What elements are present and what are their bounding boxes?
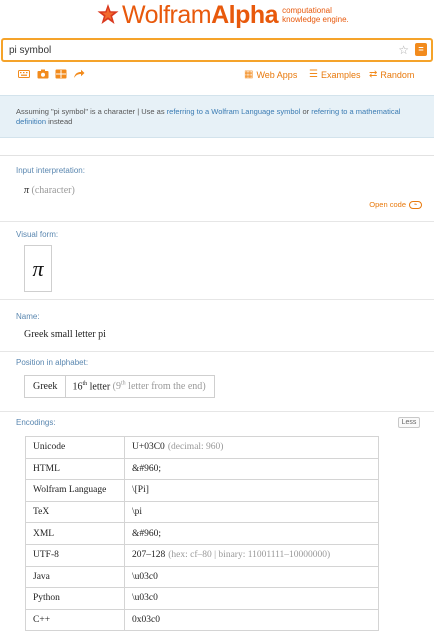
logo-star-icon xyxy=(97,4,119,24)
web-apps-link[interactable]: ▦ Web Apps xyxy=(244,68,297,82)
encodings-table: Unicode U+03C0 (decimal: 960) HTML &#960; Wol… xyxy=(25,436,379,631)
apps-grid-icon: ▦ xyxy=(244,69,254,80)
from-end-suffix: th xyxy=(121,381,126,387)
input-symbol: π xyxy=(24,185,30,196)
encoding-value: \[Pi] xyxy=(132,485,149,496)
from-end-text: letter from the end xyxy=(128,381,203,393)
pod-title-encodings: Encodings: xyxy=(16,418,56,427)
encoding-row: HTML &#960; xyxy=(25,457,379,481)
examples-label: Examples xyxy=(320,70,361,80)
logo-alpha: Alpha xyxy=(211,1,279,29)
encoding-name: UTF-8 xyxy=(25,543,125,567)
pod-visual-form xyxy=(0,222,434,300)
pod-title-input: Input interpretation: xyxy=(16,166,85,175)
encoding-row: XML &#960; xyxy=(25,522,379,545)
encoding-value-cell: \[Pi] xyxy=(124,479,379,502)
examples-link[interactable]: ☰ Examples xyxy=(309,68,360,82)
name-value: Greek small letter pi xyxy=(24,329,106,340)
encoding-value: &#960; xyxy=(132,463,162,474)
encoding-name: C++ xyxy=(25,608,125,631)
open-code-button[interactable]: Open code ⌁ xyxy=(369,200,422,209)
keyboard-icon[interactable] xyxy=(18,69,30,79)
visual-form-glyph: π xyxy=(24,245,52,292)
random-link[interactable]: ⇄ Random xyxy=(369,68,414,82)
cloud-icon: ⌁ xyxy=(409,200,422,209)
pod-name xyxy=(0,300,434,352)
encoding-name: TeX xyxy=(25,500,125,524)
encoding-value-cell: U+03C0 (decimal: 960) xyxy=(124,436,379,459)
position-word: letter xyxy=(89,381,111,393)
encoding-value-cell: &#960; xyxy=(124,457,379,481)
encoding-name: HTML xyxy=(25,457,125,481)
encoding-extra: (decimal: 960) xyxy=(167,442,224,453)
favorite-star-icon[interactable]: ☆ xyxy=(398,42,409,58)
encoding-name: Python xyxy=(25,587,125,610)
encoding-value-cell: 0x03c0 xyxy=(124,608,379,631)
encoding-value: 207–128 xyxy=(132,550,166,561)
encoding-value-cell: 207–128 (hex: cf–80 | binary: 11001111–10… xyxy=(124,543,379,567)
assumption-middle: or xyxy=(300,107,312,116)
encoding-value-cell: \pi xyxy=(124,500,379,524)
assumption-prefix: Assuming "pi symbol" is a character | Us… xyxy=(16,107,167,116)
shuffle-icon: ⇄ xyxy=(369,69,378,80)
encoding-row: TeX \pi xyxy=(25,500,379,524)
encoding-value: U+03C0 xyxy=(132,442,165,453)
position-from-end: (9th letter from the end) xyxy=(112,381,206,393)
position-cell: 16th letter (9th letter from the end) xyxy=(66,376,213,397)
position-suffix: th xyxy=(82,381,88,387)
pod-title-visual: Visual form: xyxy=(16,230,59,239)
position-table: Greek 16th letter (9th letter from the e… xyxy=(24,375,215,398)
encoding-value: &#960; xyxy=(132,528,162,539)
encoding-row: C++ 0x03c0 xyxy=(25,608,379,631)
grid-icon[interactable] xyxy=(55,69,67,79)
encoding-value-cell: \u03c0 xyxy=(124,587,379,610)
assumption-suffix: instead xyxy=(46,117,73,126)
pod-title-name: Name: xyxy=(16,312,40,321)
encoding-row: Unicode U+03C0 (decimal: 960) xyxy=(25,436,379,459)
toolbar: ▦ Web Apps ☰ Examples ⇄ Random xyxy=(0,66,434,84)
search-bar: ☆ = xyxy=(1,38,433,62)
pod-title-position: Position in alphabet: xyxy=(16,358,89,367)
wolframalpha-logo[interactable]: WolframAlpha computational knowledge eng… xyxy=(96,2,354,28)
position-number: 16 xyxy=(72,381,83,393)
encoding-name: Unicode xyxy=(25,436,125,459)
encoding-extra: (hex: cf–80 | binary: 11001111–10000000) xyxy=(168,550,331,561)
share-icon[interactable] xyxy=(73,69,85,79)
encoding-name: Wolfram Language xyxy=(25,479,125,502)
tagline-line1: computational xyxy=(282,6,332,15)
encoding-value: \u03c0 xyxy=(132,593,158,604)
encoding-value: \u03c0 xyxy=(132,571,158,582)
tagline: computational knowledge engine. xyxy=(282,6,354,24)
tagline-line2: knowledge engine. xyxy=(282,15,349,24)
compute-button[interactable]: = xyxy=(415,43,427,56)
web-apps-label: Web Apps xyxy=(256,70,298,80)
encoding-name: XML xyxy=(25,522,125,545)
encoding-value-cell: \u03c0 xyxy=(124,565,379,589)
open-code-label: Open code xyxy=(369,200,406,209)
assumption-banner: Assuming "pi symbol" is a character | Us… xyxy=(0,95,434,138)
list-icon: ☰ xyxy=(309,69,318,80)
logo-wolfram: Wolfram xyxy=(122,1,212,29)
encoding-value: \pi xyxy=(132,507,143,518)
camera-icon[interactable] xyxy=(37,69,49,79)
encoding-name: Java xyxy=(25,565,125,589)
logo-text: WolframAlpha xyxy=(122,1,279,29)
encoding-row: Java \u03c0 xyxy=(25,565,379,589)
alphabet-cell: Greek xyxy=(25,376,67,397)
encoding-value: 0x03c0 xyxy=(132,615,160,626)
encoding-value-cell: &#960; xyxy=(124,522,379,545)
encoding-row: Wolfram Language \[Pi] xyxy=(25,479,379,502)
assumption-link-wolfram-symbol[interactable]: referring to a Wolfram Language symbol xyxy=(167,107,301,116)
encoding-row: UTF-8 207–128 (hex: cf–80 | binary: 110011… xyxy=(25,543,379,567)
input-kind: (character) xyxy=(31,185,75,196)
encoding-row: Python \u03c0 xyxy=(25,587,379,610)
input-interpretation-value: π (character) xyxy=(24,185,75,196)
search-input[interactable] xyxy=(9,42,389,58)
less-button[interactable]: Less xyxy=(398,417,420,428)
header: WolframAlpha computational knowledge eng… xyxy=(0,0,434,38)
random-label: Random xyxy=(380,70,415,80)
